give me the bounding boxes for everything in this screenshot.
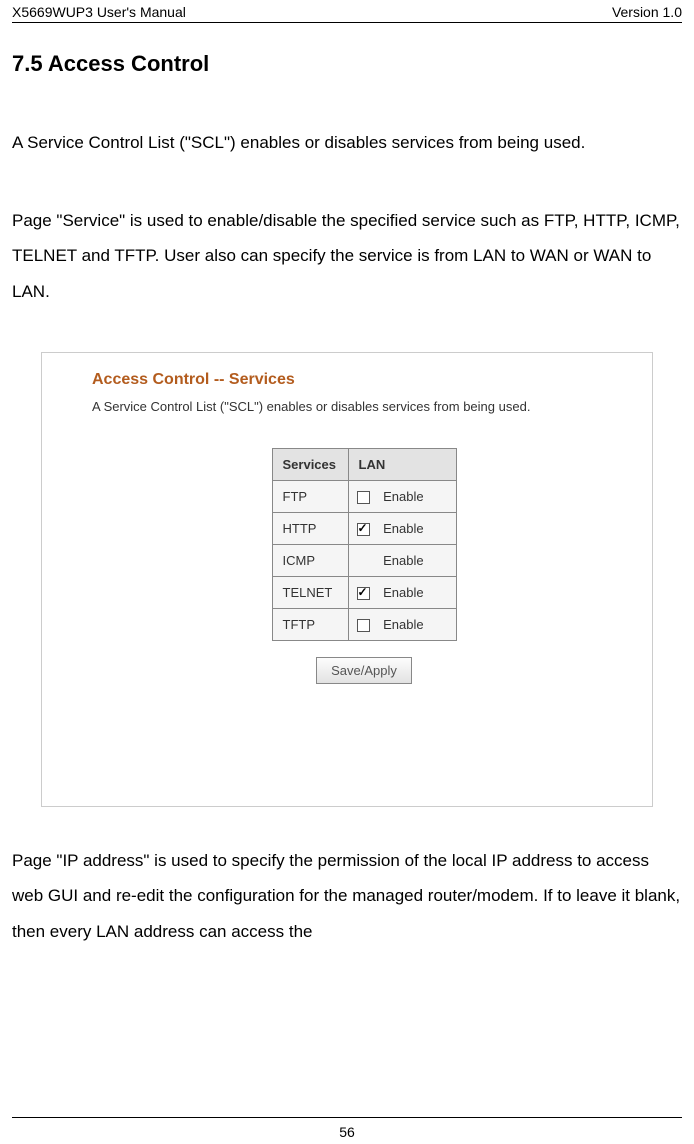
enable-label: Enable: [383, 521, 423, 536]
table-row: TFTP Enable: [272, 608, 456, 640]
paragraph-2: Page "Service" is used to enable/disable…: [12, 203, 682, 310]
table-row: FTP Enable: [272, 480, 456, 512]
checkbox-ftp-lan[interactable]: [357, 491, 370, 504]
enable-label: Enable: [383, 617, 423, 632]
enable-label: Enable: [383, 585, 423, 600]
enable-label: Enable: [383, 489, 423, 504]
table-row: TELNET Enable: [272, 576, 456, 608]
screenshot-title: Access Control -- Services: [92, 371, 636, 389]
checkbox-http-lan[interactable]: [357, 523, 370, 536]
footer-rule: [12, 1117, 682, 1118]
services-table: Services LAN FTP Enable HTTP: [272, 448, 457, 641]
column-header-lan: LAN: [348, 448, 456, 480]
screenshot-access-control: Access Control -- Services A Service Con…: [41, 352, 653, 807]
section-heading: 7.5 Access Control: [12, 51, 682, 77]
service-name: TELNET: [272, 576, 348, 608]
header-rule: [12, 22, 682, 23]
save-apply-button[interactable]: Save/Apply: [316, 657, 412, 684]
checkbox-icmp-lan-none: [357, 555, 370, 568]
checkbox-telnet-lan[interactable]: [357, 587, 370, 600]
checkbox-tftp-lan[interactable]: [357, 619, 370, 632]
header-left: X5669WUP3 User's Manual: [12, 4, 186, 20]
service-name: TFTP: [272, 608, 348, 640]
header-right: Version 1.0: [612, 4, 682, 20]
service-name: ICMP: [272, 544, 348, 576]
page-number: 56: [0, 1124, 694, 1140]
table-row: HTTP Enable: [272, 512, 456, 544]
column-header-services: Services: [272, 448, 348, 480]
service-name: HTTP: [272, 512, 348, 544]
table-row: ICMP Enable: [272, 544, 456, 576]
paragraph-1: A Service Control List ("SCL") enables o…: [12, 125, 682, 161]
service-name: FTP: [272, 480, 348, 512]
screenshot-description: A Service Control List ("SCL") enables o…: [92, 399, 636, 414]
paragraph-3: Page "IP address" is used to specify the…: [12, 843, 682, 950]
enable-label: Enable: [383, 553, 423, 568]
